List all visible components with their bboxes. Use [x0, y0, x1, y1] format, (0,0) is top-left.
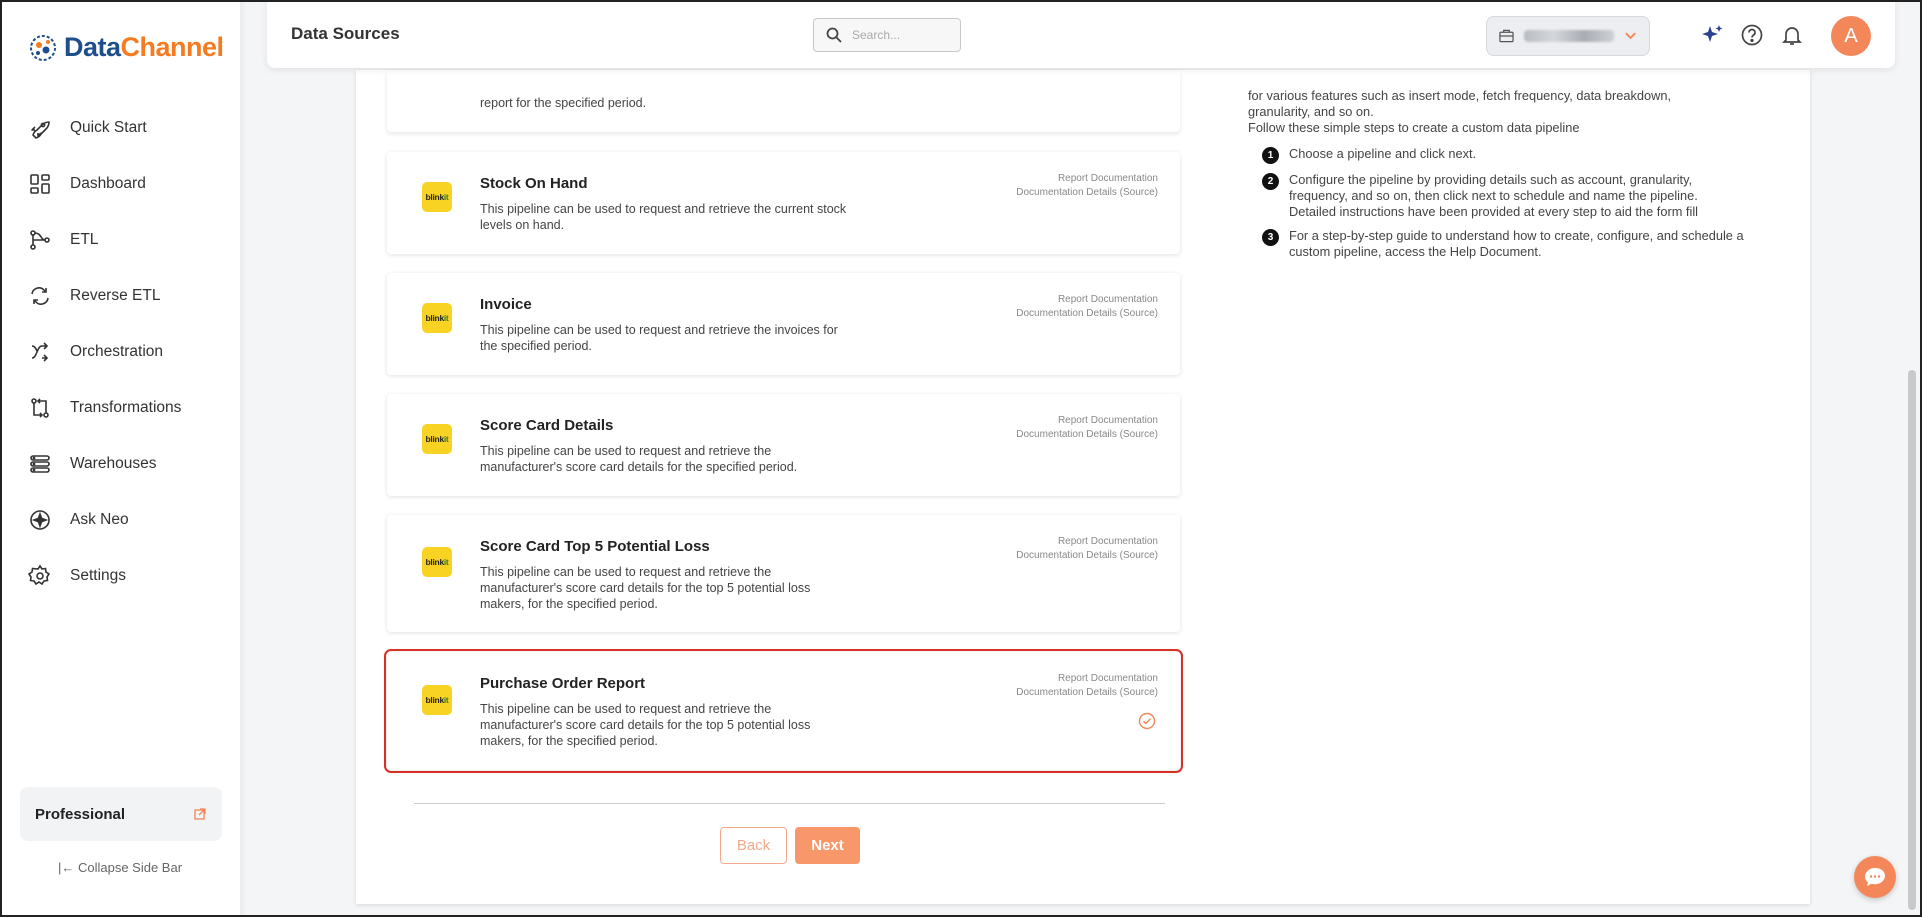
blinkit-logo: blink it [422, 424, 452, 454]
help-intro-line: granularity, and so on. [1248, 104, 1374, 119]
search-input[interactable] [850, 27, 954, 43]
sidebar-item-warehouses[interactable]: Warehouses [0, 436, 240, 492]
documentation-details-link[interactable]: Documentation Details (Source) [1016, 428, 1158, 442]
plan-label: Professional [35, 805, 126, 823]
help-step: 2 Configure the pipeline by providing de… [1248, 172, 1748, 220]
selected-check-icon [1138, 712, 1156, 730]
report-documentation-link[interactable]: Report Documentation [1016, 414, 1158, 428]
doc-links: Report Documentation Documentation Detai… [1016, 293, 1158, 321]
report-documentation-link[interactable]: Report Documentation [1016, 293, 1158, 307]
brand-logo[interactable]: DataChannel [28, 32, 224, 63]
card-description: This pipeline can be used to request and… [480, 444, 798, 474]
documentation-details-link[interactable]: Documentation Details (Source) [1016, 307, 1158, 321]
collapse-sidebar-button[interactable]: |← Collapse Side Bar [0, 860, 240, 875]
pipeline-card-stock-on-hand[interactable]: blink it Stock On Hand This pipeline can … [387, 152, 1180, 254]
chevron-down-icon [1625, 32, 1636, 40]
pipeline-card-purchase-order-report[interactable]: blink it Purchase Order Report This pipel… [384, 649, 1183, 773]
help-panel: for various features such as insert mode… [1248, 88, 1748, 268]
rocket-icon [31, 121, 50, 139]
sidebar-item-dashboard[interactable]: Dashboard [0, 156, 240, 212]
warehouses-icon [30, 455, 50, 473]
blinkit-logo: blink it [422, 182, 452, 212]
step-number: 3 [1262, 229, 1279, 246]
step-number: 2 [1262, 173, 1279, 190]
reverse-etl-icon [31, 287, 49, 305]
documentation-details-link[interactable]: Documentation Details (Source) [1016, 186, 1158, 200]
account-name-redacted [1523, 30, 1614, 42]
sparkle-icon [30, 510, 50, 530]
blinkit-logo: blink it [422, 685, 452, 715]
account-selector[interactable] [1486, 16, 1650, 56]
report-documentation-link[interactable]: Report Documentation [1016, 535, 1158, 549]
card-title: Score Card Details [480, 417, 614, 434]
doc-links: Report Documentation Documentation Detai… [1016, 535, 1158, 563]
step-number: 1 [1262, 147, 1279, 164]
external-link-icon[interactable] [194, 808, 206, 820]
sidebar-item-reverse-etl[interactable]: Reverse ETL [0, 268, 240, 324]
page-title: Data Sources [291, 24, 400, 43]
etl-icon [30, 230, 50, 250]
step-text: For a step-by-step guide to understand h… [1289, 228, 1744, 259]
doc-links: Report Documentation Documentation Detai… [1016, 172, 1158, 200]
sidebar-item-orchestration[interactable]: Orchestration [0, 324, 240, 380]
brand-name: DataChannel [64, 32, 224, 62]
sidebar-item-settings[interactable]: Settings [0, 548, 240, 604]
blinkit-logo: blink it [422, 303, 452, 333]
partial-card-desc: report for the specified period. [480, 96, 647, 110]
chat-support-button[interactable] [1854, 856, 1896, 898]
search-box[interactable] [813, 18, 961, 52]
step-text: Choose a pipeline and click next. [1289, 146, 1477, 161]
page-scrollbar[interactable] [1908, 370, 1916, 910]
help-step: 3 For a step-by-step guide to understand… [1248, 228, 1748, 260]
dashboard-icon [30, 174, 50, 194]
search-icon [826, 27, 842, 43]
back-button[interactable]: Back [720, 827, 787, 864]
help-steps: 1 Choose a pipeline and click next. 2 Co… [1248, 146, 1748, 260]
briefcase-icon [1499, 29, 1514, 43]
datachannel-logo-icon [30, 34, 56, 61]
doc-links: Report Documentation Documentation Detai… [1016, 672, 1158, 700]
card-title: Purchase Order Report [480, 675, 646, 692]
chat-bubble-icon [1865, 868, 1885, 886]
report-documentation-link[interactable]: Report Documentation [1016, 672, 1158, 686]
ai-sparkle-icon[interactable] [1700, 23, 1724, 47]
transformations-icon [31, 398, 49, 418]
gear-icon [28, 564, 51, 586]
divider [414, 803, 1165, 804]
sidebar-item-ask-neo[interactable]: Ask Neo [0, 492, 240, 548]
plan-badge[interactable]: Professional [20, 787, 222, 841]
blinkit-logo: blink it [422, 547, 452, 577]
card-description: This pipeline can be used to request and… [480, 565, 811, 611]
next-button[interactable]: Next [795, 827, 860, 864]
help-intro-line: Follow these simple steps to create a cu… [1248, 120, 1580, 135]
sidebar-nav: Quick Start Dashboard ETL Reverse ETL Or… [0, 100, 240, 604]
top-header: Data Sources A [267, 0, 1895, 68]
help-intro-line: for various features such as insert mode… [1248, 88, 1671, 103]
report-documentation-link[interactable]: Report Documentation [1016, 172, 1158, 186]
sidebar-item-etl[interactable]: ETL [0, 212, 240, 268]
card-description: This pipeline can be used to request and… [480, 202, 847, 232]
documentation-details-link[interactable]: Documentation Details (Source) [1016, 549, 1158, 563]
card-title: Stock On Hand [480, 175, 588, 192]
bell-icon[interactable] [1780, 23, 1804, 47]
orchestration-icon [31, 342, 49, 362]
pipeline-card-invoice[interactable]: blink it Invoice This pipeline can be use… [387, 273, 1180, 375]
step-text: Configure the pipeline by providing deta… [1289, 172, 1699, 219]
pipeline-card-score-card-details[interactable]: blink it Score Card Details This pipeline… [387, 394, 1180, 496]
card-title: Score Card Top 5 Potential Loss [480, 538, 710, 555]
card-title: Invoice [480, 296, 532, 313]
documentation-details-link[interactable]: Documentation Details (Source) [1016, 686, 1158, 700]
doc-links: Report Documentation Documentation Detai… [1016, 414, 1158, 442]
help-step: 1 Choose a pipeline and click next. [1248, 146, 1748, 164]
card-description: This pipeline can be used to request and… [480, 323, 838, 353]
help-icon[interactable] [1740, 23, 1764, 47]
collapse-left-icon: |← [57, 860, 75, 875]
user-avatar[interactable]: A [1831, 16, 1871, 56]
sidebar: DataChannel Quick Start Dashboard ETL Re… [0, 0, 240, 917]
card-description: This pipeline can be used to request and… [480, 702, 811, 748]
pipeline-card-score-card-top-5[interactable]: blink it Score Card Top 5 Potential Loss … [387, 515, 1180, 632]
sidebar-item-transformations[interactable]: Transformations [0, 380, 240, 436]
sidebar-item-quick-start[interactable]: Quick Start [0, 100, 240, 156]
